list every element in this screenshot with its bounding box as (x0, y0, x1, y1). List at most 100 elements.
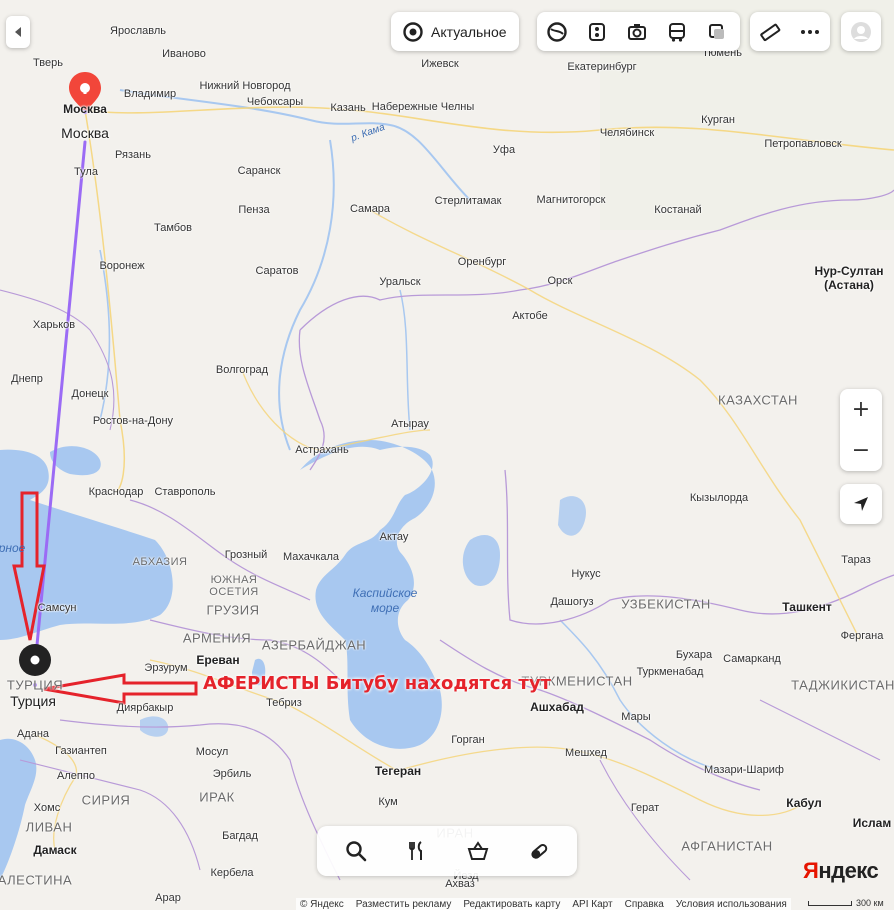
city-label[interactable]: Туркменабад (637, 666, 704, 678)
city-label[interactable]: Адана (17, 728, 49, 740)
city-label[interactable]: Мазари-Шариф (704, 764, 784, 776)
city-label[interactable]: Саратов (255, 265, 298, 277)
city-label[interactable]: Атырау (391, 418, 429, 430)
country-label[interactable]: ГРУЗИЯ (207, 603, 260, 618)
terms-link[interactable]: Условия использования (676, 899, 787, 910)
city-label[interactable]: Ставрополь (154, 486, 215, 498)
city-label[interactable]: Пенза (238, 204, 269, 216)
city-label[interactable]: Екатеринбург (567, 61, 636, 73)
city-label[interactable]: Оренбург (458, 256, 506, 268)
city-label[interactable]: Эрзурум (144, 662, 187, 674)
sea-label[interactable]: Каспийское (353, 586, 418, 600)
city-label[interactable]: Воронеж (99, 260, 144, 272)
city-label[interactable]: Уфа (493, 144, 515, 156)
city-label[interactable]: Рязань (115, 149, 151, 161)
capital-label[interactable]: Тегеран (375, 764, 421, 778)
city-label[interactable]: Казань (330, 102, 365, 114)
capital-label[interactable]: Дамаск (33, 843, 76, 857)
city-label[interactable]: Ростов-на-Дону (93, 415, 173, 427)
region-label[interactable]: АБХАЗИЯ (133, 556, 188, 568)
city-label[interactable]: Владимир (124, 88, 176, 100)
city-label[interactable]: Диярбакыр (117, 702, 174, 714)
city-label[interactable]: Газиантеп (55, 745, 107, 757)
city-label[interactable]: Саранск (238, 165, 281, 177)
city-label[interactable]: Костанай (654, 204, 701, 216)
city-label[interactable]: Керб​ела (210, 867, 253, 879)
ruler-button[interactable] (750, 12, 790, 51)
city-label[interactable]: Чебоксары (247, 96, 303, 108)
city-label[interactable]: Ярославль (110, 25, 166, 37)
city-label[interactable]: Алеппо (57, 770, 95, 782)
city-label[interactable]: Махачкала (283, 551, 339, 563)
sea-label[interactable]: море (371, 601, 399, 615)
city-label[interactable]: Арар (155, 892, 181, 904)
city-label[interactable]: Эрбиль (213, 768, 252, 780)
city-label[interactable]: Астрахань (295, 444, 348, 456)
map-type-button[interactable] (537, 12, 577, 51)
country-label[interactable]: ТУРЦИЯ (7, 678, 63, 693)
route-to-label[interactable]: Турция (10, 693, 56, 709)
city-label[interactable]: Самара (350, 203, 390, 215)
yandex-logo[interactable]: Яндекс (803, 858, 879, 884)
more-button[interactable] (790, 12, 830, 51)
actual-layer-button[interactable]: Актуальное (391, 12, 519, 51)
city-label[interactable]: Днепр (11, 373, 43, 385)
city-label[interactable]: Хомс (34, 802, 60, 814)
pharmacy-button[interactable] (517, 829, 561, 873)
country-label[interactable]: АЗЕРБАЙДЖАН (262, 638, 366, 653)
city-label[interactable]: Нижний Новгород (199, 80, 290, 92)
route-from-label[interactable]: Москва (61, 125, 109, 141)
city-label[interactable]: Тула (74, 166, 98, 178)
copyright-link[interactable]: © Яндекс (300, 899, 344, 910)
city-label[interactable]: Курган (701, 114, 735, 126)
city-label[interactable]: Тебриз (266, 697, 302, 709)
city-label[interactable]: Петропавловск (764, 138, 841, 150)
city-label[interactable]: Тамбов (154, 222, 192, 234)
city-label[interactable]: Мешхед (565, 747, 607, 759)
zoom-in-button[interactable]: + (840, 389, 882, 430)
search-button[interactable] (334, 829, 378, 873)
capital-label[interactable]: Кабул (786, 796, 822, 810)
region-label[interactable]: ОСЕТИЯ (209, 586, 258, 598)
city-label[interactable]: Грозный (225, 549, 268, 561)
help-link[interactable]: Справка (625, 899, 664, 910)
country-label[interactable]: СИРИЯ (82, 793, 131, 808)
country-label[interactable]: ПАЛЕСТИНА (0, 873, 72, 888)
city-label[interactable]: Горган (451, 734, 484, 746)
city-label[interactable]: Фергана (841, 630, 884, 642)
capital-label[interactable]: (Астана) (824, 278, 874, 292)
api-link[interactable]: API Карт (572, 899, 612, 910)
city-label[interactable]: Челябинск (600, 127, 654, 139)
city-label[interactable]: Волгоград (216, 364, 268, 376)
capital-label[interactable]: Нур-Султан (814, 264, 883, 278)
city-label[interactable]: Харьков (33, 319, 75, 331)
country-label[interactable]: КАЗАХСТАН (718, 393, 798, 408)
transport-button[interactable] (657, 12, 697, 51)
city-label[interactable]: Мосул (196, 746, 229, 758)
layers-button[interactable] (697, 12, 737, 51)
city-label[interactable]: Донецк (72, 388, 109, 400)
city-label[interactable]: Тараз (841, 554, 871, 566)
city-label[interactable]: Магнитогорск (537, 194, 606, 206)
city-label[interactable]: Самсун (38, 602, 77, 614)
city-label[interactable]: Иваново (162, 48, 206, 60)
city-label[interactable]: Ижевск (421, 58, 458, 70)
country-label[interactable]: ТАДЖИКИСТАН (791, 678, 894, 693)
country-label[interactable]: АФГАНИСТАН (681, 839, 772, 854)
city-label[interactable]: Кум (378, 796, 397, 808)
city-label[interactable]: Самарканд (723, 653, 781, 665)
capital-label[interactable]: Ашхабад (530, 700, 584, 714)
city-label[interactable]: Уральск (379, 276, 420, 288)
country-label[interactable]: АРМЕНИЯ (183, 631, 251, 646)
traffic-button[interactable] (577, 12, 617, 51)
panorama-button[interactable] (617, 12, 657, 51)
profile-button[interactable] (841, 12, 881, 51)
capital-label[interactable]: Москва (63, 102, 107, 116)
city-label[interactable]: Герат (631, 802, 659, 814)
shopping-button[interactable] (456, 829, 500, 873)
city-label[interactable]: Мары (621, 711, 650, 723)
sea-label[interactable]: рное (0, 541, 25, 555)
city-label[interactable]: Стерлитамак (435, 195, 502, 207)
capital-label[interactable]: Ереван (196, 653, 239, 667)
collapse-panel-button[interactable] (6, 16, 30, 48)
